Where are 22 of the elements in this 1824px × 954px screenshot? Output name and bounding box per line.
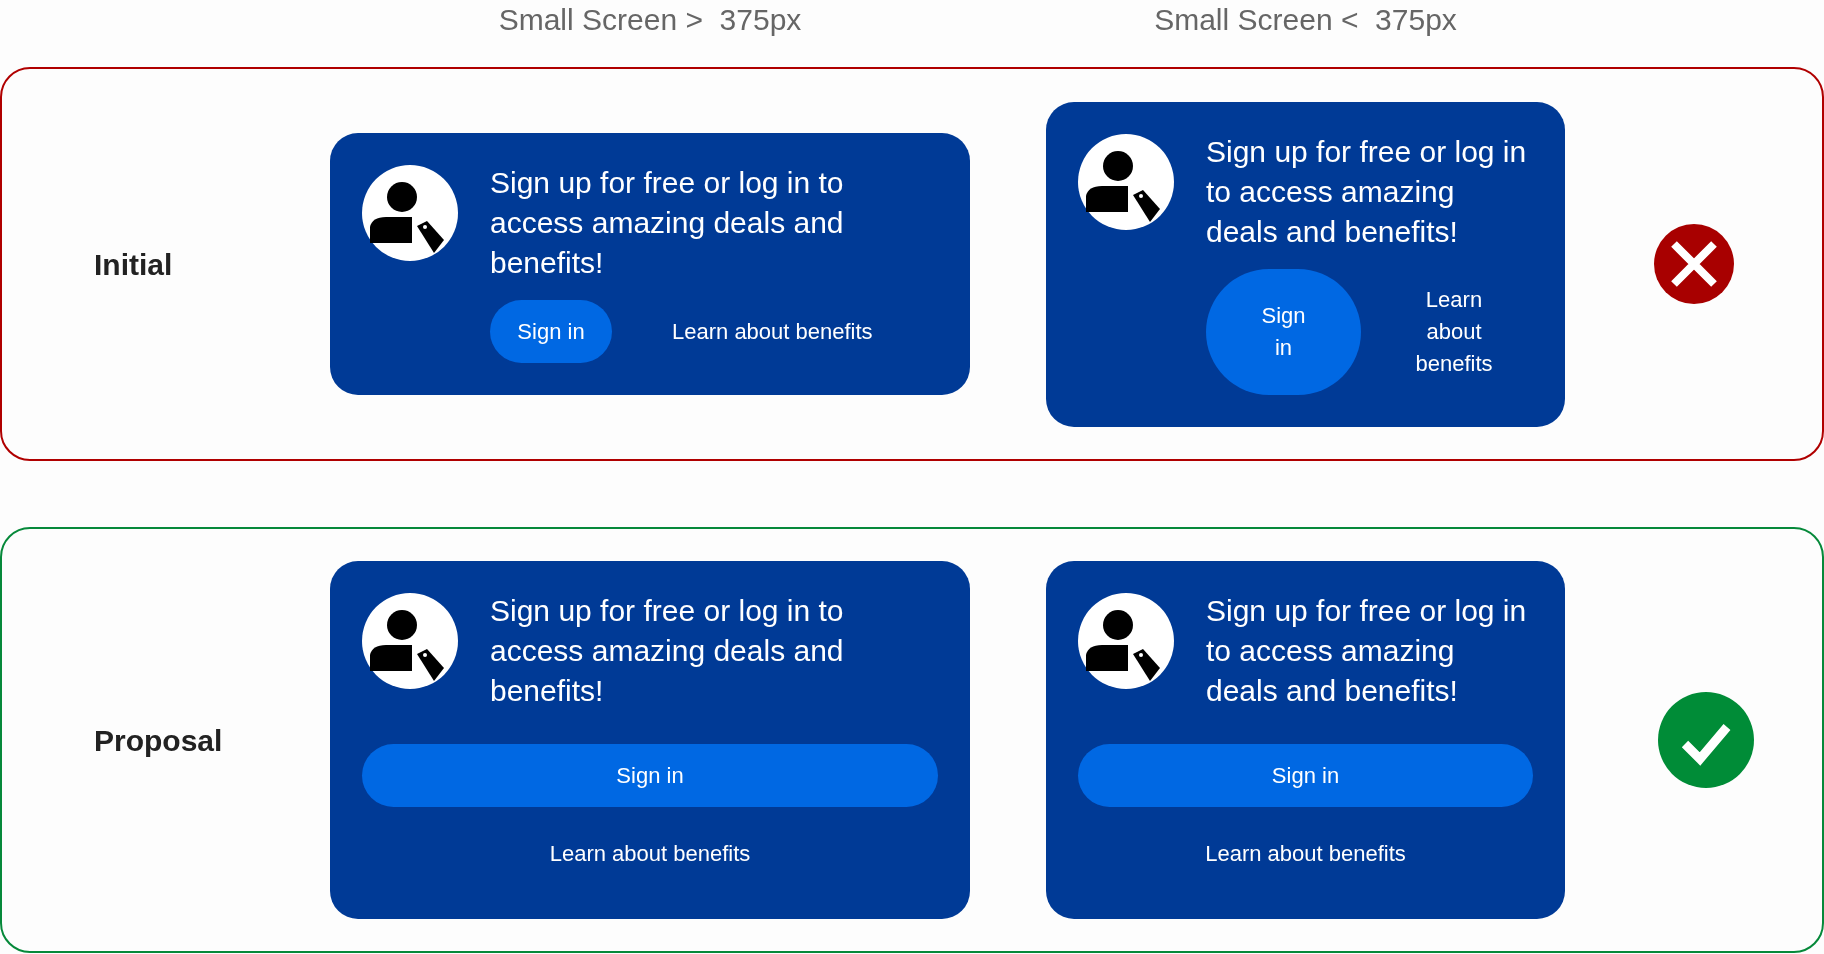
- learn-link[interactable]: Learn about benefits: [672, 315, 873, 348]
- learn-link[interactable]: Learn about benefits: [549, 839, 751, 869]
- learn-link[interactable]: Learn about benefits: [1404, 283, 1504, 380]
- user-tag-icon: [1078, 133, 1174, 230]
- banner-message: Sign up for free or log in to access amazing deals and benefits!: [490, 165, 845, 281]
- sign-in-button[interactable]: Sign in: [1078, 744, 1533, 807]
- close-icon: [1653, 224, 1734, 304]
- banner-message: Sign up for free or log in to access amazing deals and benefits!: [1206, 133, 1528, 250]
- banner-message: Sign up for free or log in to access amazing deals and benefits!: [1206, 593, 1528, 709]
- banner-message: Sign up for free or log in to access amazing deals and benefits!: [490, 593, 845, 709]
- checkmark-icon: [1657, 692, 1754, 788]
- row-label: Initial: [94, 246, 174, 283]
- row-label: Proposal: [94, 722, 224, 759]
- column-heading: Small Screen > 375px: [497, 2, 803, 38]
- user-tag-icon: [362, 593, 458, 689]
- sign-in-button[interactable]: Sign in: [1206, 268, 1361, 395]
- user-tag-icon: [362, 165, 458, 261]
- column-heading: Small Screen < 375px: [1153, 2, 1458, 38]
- user-tag-icon: [1078, 593, 1174, 689]
- learn-link[interactable]: Learn about benefits: [1205, 839, 1406, 869]
- sign-in-button[interactable]: Sign in: [490, 300, 612, 363]
- sign-in-button[interactable]: Sign in: [362, 744, 938, 807]
